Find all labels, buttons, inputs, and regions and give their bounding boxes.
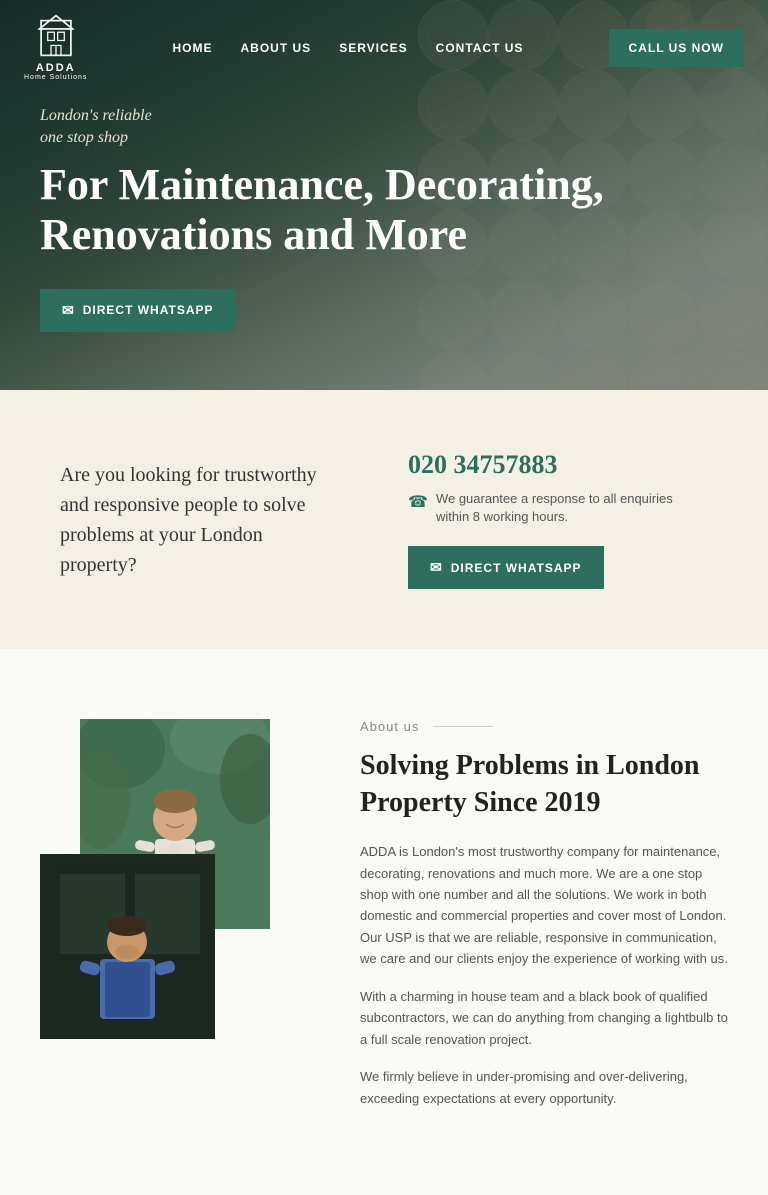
about-section: About us Solving Problems in London Prop… [0,649,768,1195]
hero-subtitle: London's reliableone stop shop [40,105,728,150]
logo-name: ADDA [36,62,76,74]
guarantee-text: We guarantee a response to all enquiries… [436,490,708,526]
call-us-now-button[interactable]: CALL US NOW [609,29,744,67]
about-label-line [433,726,493,727]
about-images [40,719,320,1039]
about-paragraph-1: ADDA is London's most trustworthy compan… [360,841,728,970]
logo[interactable]: ADDA Home Solutions [24,14,87,81]
about-paragraph-3: We firmly believe in under-promising and… [360,1066,728,1109]
contact-whatsapp-label: DIRECT WHATSAPP [451,561,582,575]
contact-strip-info: 020 34757883 ☎ We guarantee a response t… [408,450,708,589]
phone-number[interactable]: 020 34757883 [408,450,708,480]
nav-contact[interactable]: CONTACT US [436,41,524,55]
about-label-text: About us [360,719,419,734]
navigation: ADDA Home Solutions HOME ABOUT US SERVIC… [0,0,768,95]
whatsapp-btn-icon: ✉ [430,559,443,576]
whatsapp-icon: ✉ [62,302,75,319]
nav-services[interactable]: SERVICES [339,41,407,55]
hero-whatsapp-button[interactable]: ✉ DIRECT WHATSAPP [40,289,236,332]
phone-icon: ☎ [408,492,428,512]
hero-whatsapp-label: DIRECT WHATSAPP [83,303,214,317]
about-label-row: About us [360,719,728,734]
contact-whatsapp-button[interactable]: ✉ DIRECT WHATSAPP [408,546,604,589]
contact-question-text: Are you looking for trustworthy and resp… [60,460,340,580]
nav-home[interactable]: HOME [173,41,213,55]
about-title: Solving Problems in London Property Sinc… [360,748,728,821]
guarantee-row: ☎ We guarantee a response to all enquiri… [408,490,708,526]
contact-strip-question: Are you looking for trustworthy and resp… [60,460,340,580]
nav-links: HOME ABOUT US SERVICES CONTACT US [173,39,524,57]
contact-strip-section: Are you looking for trustworthy and resp… [0,390,768,649]
about-paragraph-2: With a charming in house team and a blac… [360,986,728,1050]
about-content: About us Solving Problems in London Prop… [360,719,728,1125]
hero-title: For Maintenance, Decorating, Renovations… [40,160,640,261]
nav-about[interactable]: ABOUT US [241,41,312,55]
logo-subtitle: Home Solutions [24,74,87,81]
about-image-2 [40,854,215,1039]
